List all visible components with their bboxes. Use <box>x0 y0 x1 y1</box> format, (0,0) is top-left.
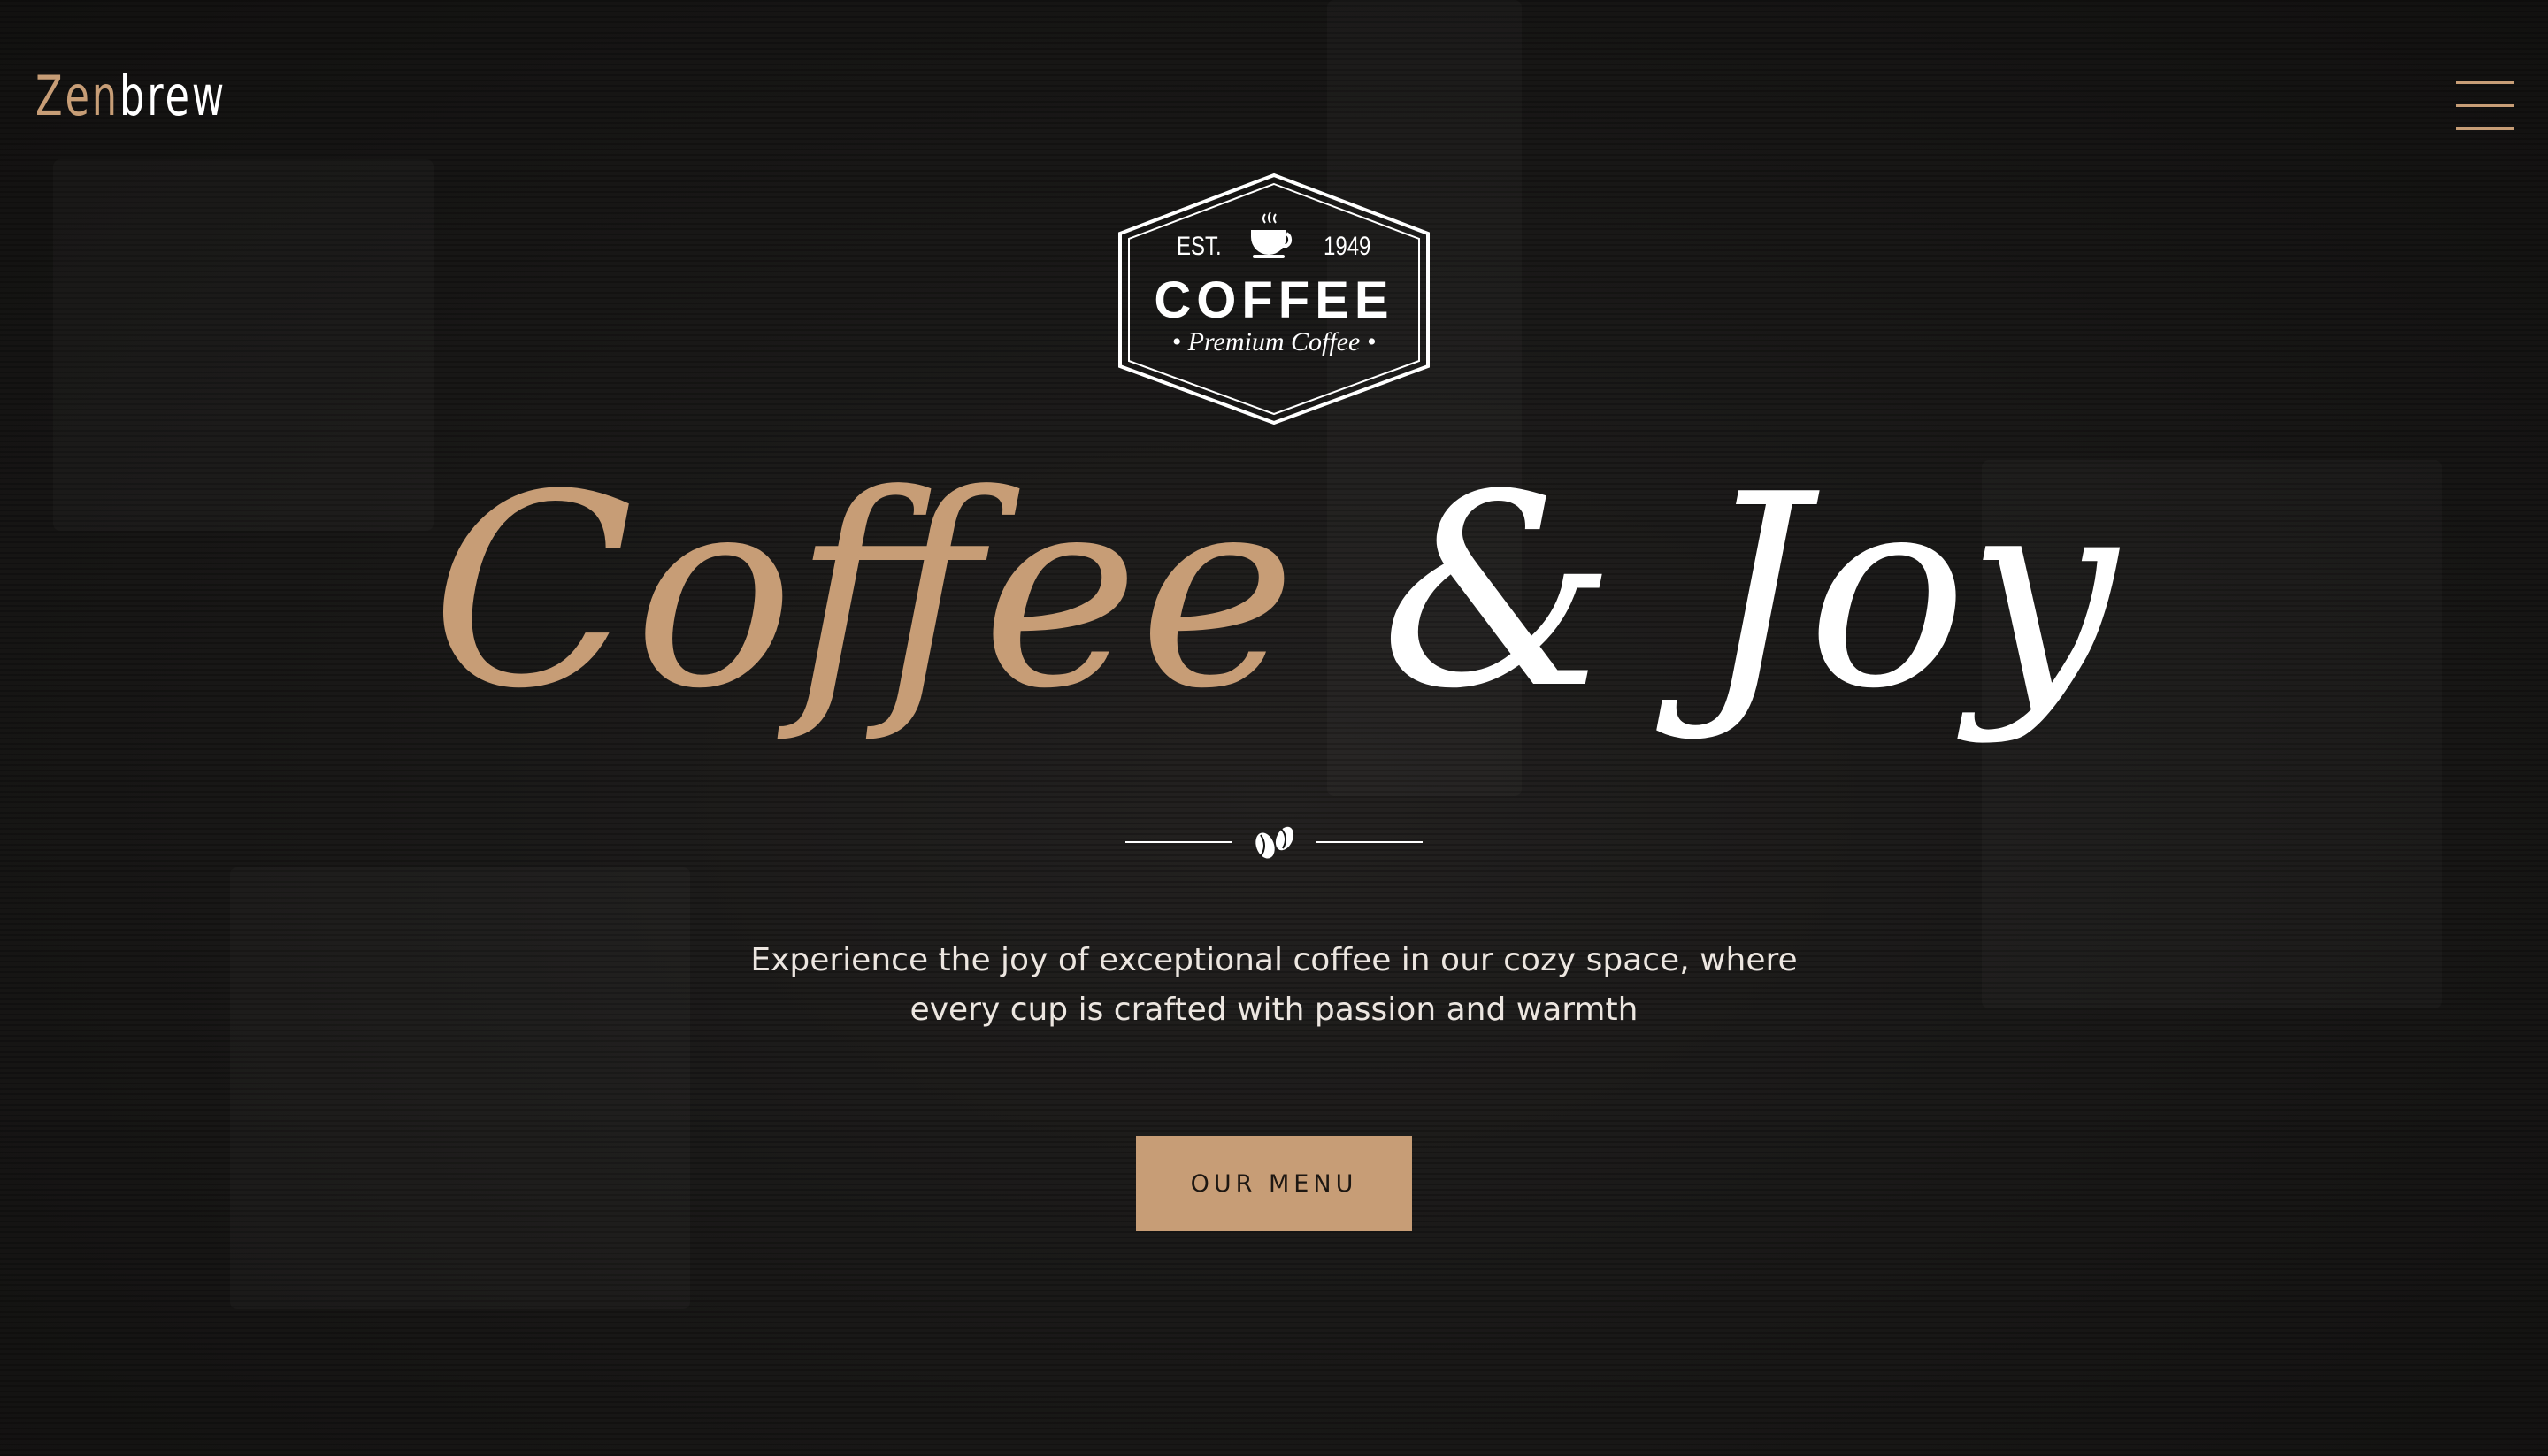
page-title: Coffee & Joy <box>0 460 2548 725</box>
hamburger-menu-icon[interactable] <box>2456 81 2514 131</box>
tagline-line2: every cup is crafted with passion and wa… <box>909 992 1639 1028</box>
badge-year: 1949 <box>1324 232 1371 261</box>
ornament-divider <box>1125 821 1423 863</box>
our-menu-button[interactable]: OUR MENU <box>1136 1136 1412 1231</box>
coffee-cup-icon <box>1251 211 1293 258</box>
background-shape <box>230 867 690 1309</box>
coffee-beans-icon <box>1125 826 1423 859</box>
headline-part2: & Joy <box>1380 438 2117 747</box>
hero-tagline: Experience the joy of exceptional coffee… <box>743 936 1805 1035</box>
brand-logo-part2: brew <box>119 64 227 128</box>
badge-est-label: EST. <box>1177 232 1222 261</box>
coffee-badge: EST. 1949 COFFEE • Premium Coffee • <box>1113 172 1435 426</box>
brand-logo-part1: Zen <box>35 64 119 128</box>
badge-title: COFFEE <box>1154 272 1394 329</box>
brand-logo[interactable]: Zenbrew <box>35 69 226 124</box>
menu-line <box>2456 127 2514 130</box>
hero-section: Zenbrew EST. 1949 COFFEE • Premium Coffe… <box>0 0 2548 1456</box>
headline-part1: Coffee <box>431 438 1296 747</box>
tagline-line1: Experience the joy of exceptional coffee… <box>750 942 1798 978</box>
menu-line <box>2456 81 2514 84</box>
badge-subtitle: • Premium Coffee • <box>1171 327 1377 356</box>
menu-line <box>2456 104 2514 107</box>
